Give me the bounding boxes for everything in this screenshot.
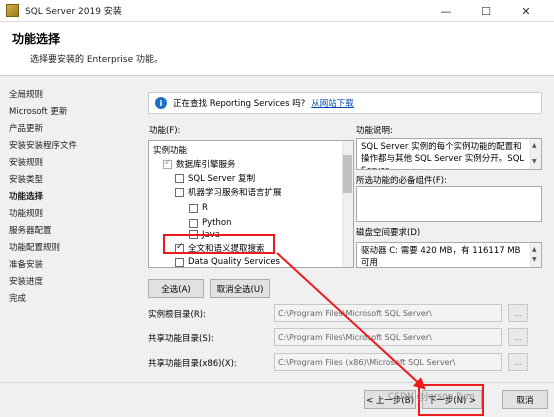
annotation-arrow [276,252,426,390]
csdn-watermark: CSDN @Jerson Fym [388,392,475,402]
annotation-arrow-line [276,252,426,390]
